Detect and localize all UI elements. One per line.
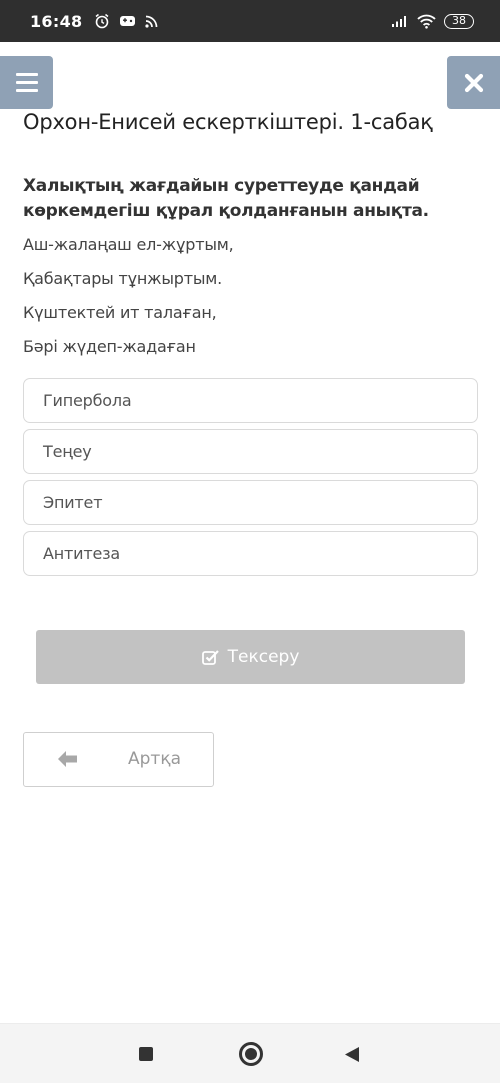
poem-line: Аш-жалаңаш ел-жұртым, xyxy=(23,235,234,254)
poem-line: Бәрі жүдеп-жадаған xyxy=(23,337,196,356)
wifi-icon xyxy=(417,14,436,29)
system-nav-bar xyxy=(0,1023,500,1083)
status-right-icons: 38 xyxy=(391,13,474,29)
answer-options: Гипербола Теңеу Эпитет Антитеза xyxy=(23,378,478,582)
option-giperbola[interactable]: Гипербола xyxy=(23,378,478,423)
close-button[interactable] xyxy=(447,56,500,109)
poem-line: Күштектей ит талаған, xyxy=(23,303,217,322)
battery-icon: 38 xyxy=(444,13,474,29)
question-prompt: Халықтың жағдайын суреттеуде қандай көрк… xyxy=(23,176,429,221)
recents-square-icon[interactable] xyxy=(139,1047,153,1061)
arrow-left-icon xyxy=(58,751,77,767)
check-button-label: Тексеру xyxy=(227,647,300,667)
option-epitet[interactable]: Эпитет xyxy=(23,480,478,525)
status-left-icons xyxy=(94,13,159,29)
checkbox-icon xyxy=(201,649,219,665)
close-icon xyxy=(464,73,483,92)
back-triangle-icon[interactable] xyxy=(344,1046,360,1063)
option-antiteza[interactable]: Антитеза xyxy=(23,531,478,576)
home-circle-icon[interactable] xyxy=(239,1042,263,1066)
page-title: Орхон-Енисей ескерткіштері. 1-сабақ xyxy=(23,110,433,134)
status-bar: 16:48 38 xyxy=(0,0,500,42)
back-button-label: Артқа xyxy=(128,749,182,769)
signal-icon xyxy=(392,16,406,27)
gamepad-icon xyxy=(120,16,136,26)
menu-button[interactable] xyxy=(0,56,53,109)
hamburger-icon xyxy=(15,73,38,76)
back-button[interactable]: Артқа xyxy=(23,732,214,787)
cast-icon xyxy=(145,15,158,28)
status-time: 16:48 xyxy=(30,11,83,31)
option-tenu[interactable]: Теңеу xyxy=(23,429,478,474)
alarm-icon xyxy=(95,13,109,29)
poem-text: Аш-жалаңаш ел-жұртым, Қабақтары тұнжырты… xyxy=(23,230,463,366)
check-button[interactable]: Тексеру xyxy=(36,630,465,684)
poem-line: Қабақтары тұнжыртым. xyxy=(23,269,223,288)
